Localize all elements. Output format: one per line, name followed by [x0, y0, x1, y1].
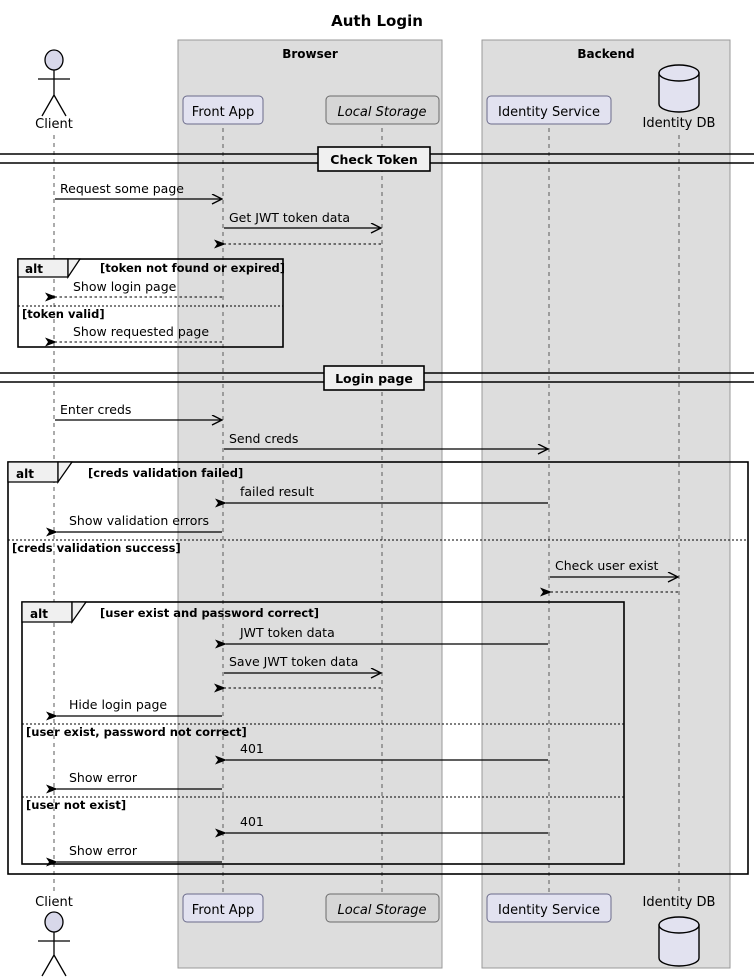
participant-label-identity-service-top: Identity Service: [498, 105, 600, 120]
message-label-401-b: 401: [240, 814, 264, 829]
database-cylinder-top-icon: [658, 64, 700, 82]
group-label-browser: Browser: [282, 47, 338, 61]
fragment-condition-token-valid: [token valid]: [22, 307, 105, 321]
participant-front-app-top[interactable]: Front App: [182, 95, 264, 125]
diagram-canvas: Auth Login Browser Backend Client Front …: [0, 0, 754, 978]
message-label-jwt-token-data: JWT token data: [239, 625, 335, 640]
participant-identity-service-top[interactable]: Identity Service: [486, 95, 612, 125]
database-label-identity-db-top: Identity DB: [643, 116, 716, 131]
fragment-keyword-alt-1: alt: [25, 262, 43, 276]
fragment-condition-token-not-found: [token not found or expired]: [100, 261, 285, 275]
participant-local-storage-bottom[interactable]: Local Storage: [325, 893, 440, 923]
fragment-condition-creds-success: [creds validation success]: [12, 541, 181, 555]
divider-label-check-token: Check Token: [330, 152, 417, 167]
group-box-browser: [177, 39, 443, 969]
sequence-diagram: Auth Login Browser Backend Client Front …: [0, 0, 754, 978]
actor-label-client-top: Client: [35, 117, 73, 132]
message-label-hide-login-page: Hide login page: [69, 697, 167, 712]
participant-label-identity-service-bottom: Identity Service: [498, 903, 600, 918]
message-label-save-jwt-token-data: Save JWT token data: [229, 654, 358, 669]
fragment-condition-user-pass-ok: [user exist and password correct]: [100, 606, 319, 620]
message-label-show-validation-errors: Show validation errors: [69, 513, 209, 528]
message-label-show-requested-page: Show requested page: [73, 324, 209, 339]
participant-identity-service-bottom[interactable]: Identity Service: [486, 893, 612, 923]
actor-head-bottom-icon: [44, 911, 64, 933]
diagram-title: Auth Login: [331, 12, 423, 30]
participant-label-local-storage-bottom: Local Storage: [338, 903, 427, 918]
participant-label-local-storage-top: Local Storage: [338, 105, 427, 120]
divider-label-login-page: Login page: [335, 371, 413, 386]
actor-label-client-bottom: Client: [35, 895, 73, 910]
message-label-failed-result: failed result: [240, 484, 314, 499]
actor-head-icon: [44, 49, 64, 71]
participant-front-app-bottom[interactable]: Front App: [182, 893, 264, 923]
participant-label-front-app-bottom: Front App: [192, 903, 254, 918]
message-label-check-user-exist: Check user exist: [555, 558, 659, 573]
message-label-request-some-page: Request some page: [60, 181, 184, 196]
database-label-identity-db-bottom: Identity DB: [643, 895, 716, 910]
message-label-send-creds: Send creds: [229, 431, 298, 446]
message-label-show-login-page: Show login page: [73, 279, 177, 294]
fragment-keyword-alt-2: alt: [16, 467, 34, 481]
fragment-keyword-alt-3: alt: [30, 607, 48, 621]
fragment-condition-creds-failed: [creds validation failed]: [88, 466, 243, 480]
participant-label-front-app-top: Front App: [192, 105, 254, 120]
message-label-401-a: 401: [240, 741, 264, 756]
database-cylinder-top-bottom-icon: [658, 916, 700, 934]
group-label-backend: Backend: [577, 47, 634, 61]
message-label-show-error-b: Show error: [69, 843, 138, 858]
participant-local-storage-top[interactable]: Local Storage: [325, 95, 440, 125]
message-label-enter-creds: Enter creds: [60, 402, 131, 417]
fragment-condition-user-pass-bad: [user exist, password not correct]: [26, 725, 247, 739]
group-box-backend: [481, 39, 731, 969]
message-label-show-error-a: Show error: [69, 770, 138, 785]
message-label-get-jwt-token-data: Get JWT token data: [229, 210, 350, 225]
fragment-condition-user-not-exist: [user not exist]: [26, 798, 126, 812]
